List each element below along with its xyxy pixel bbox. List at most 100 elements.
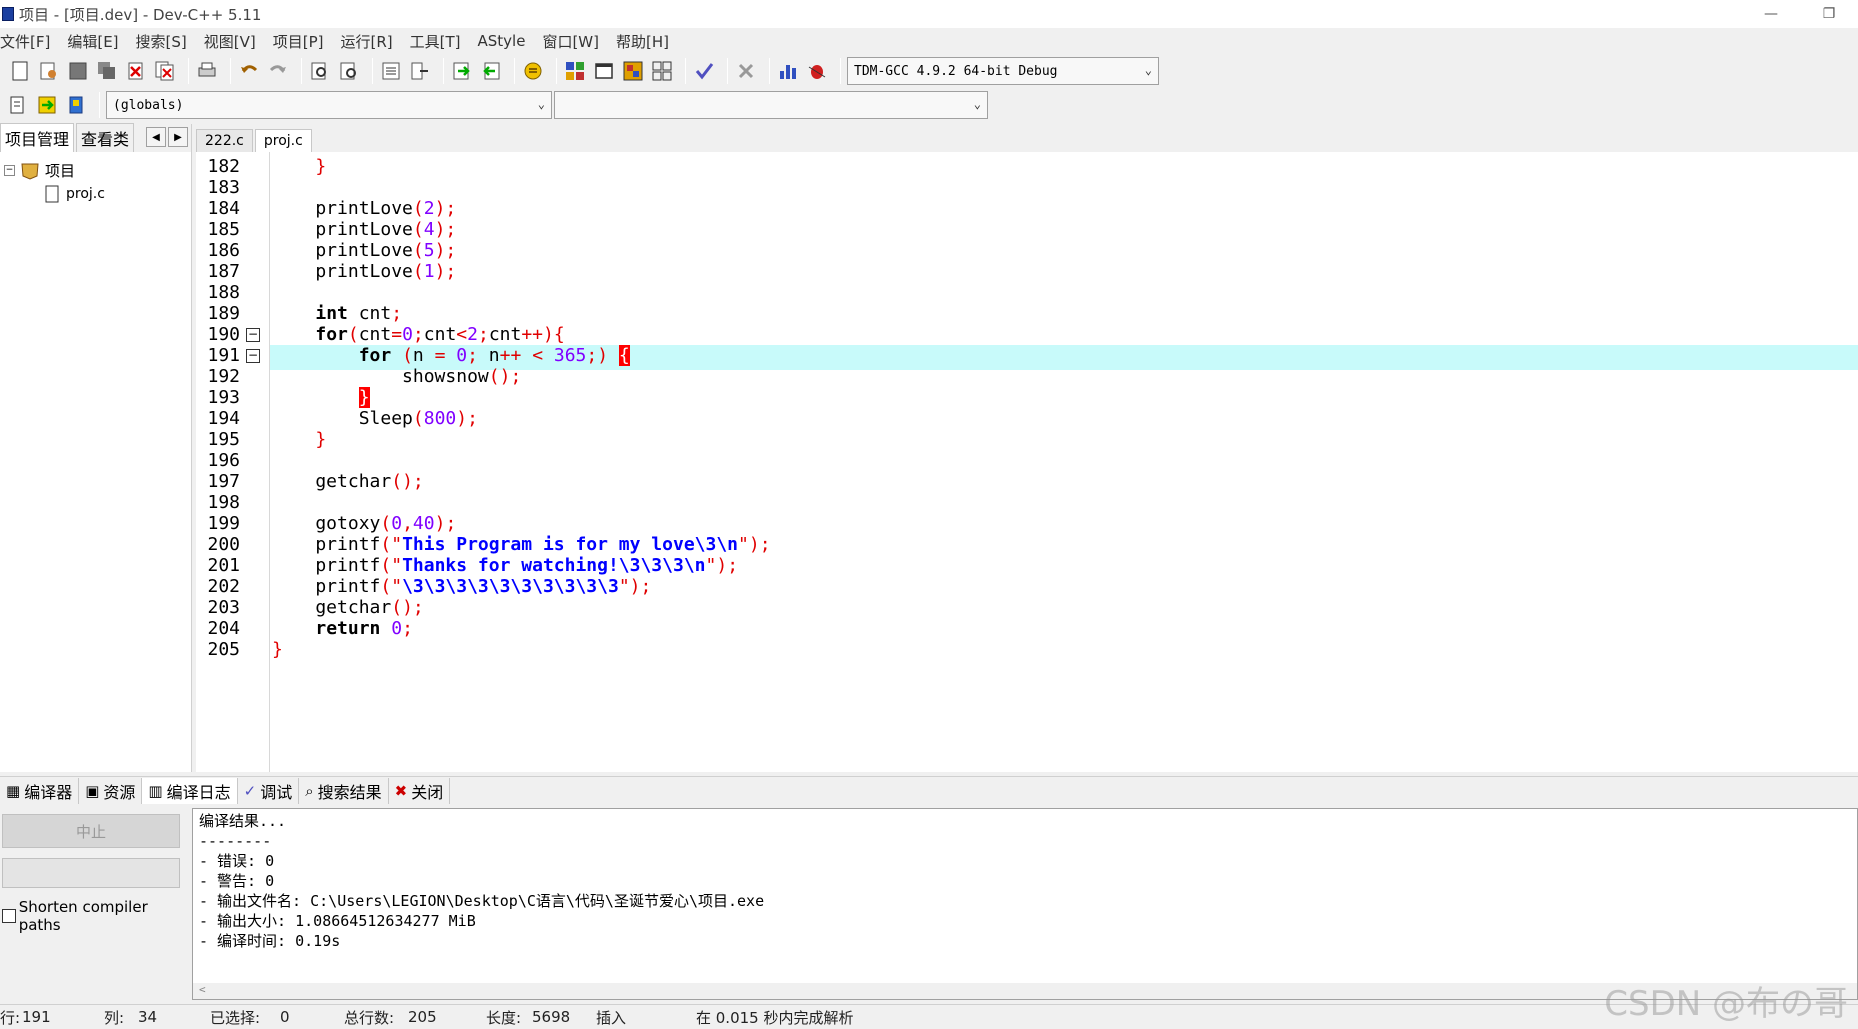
window-title: 项目 - [项目.dev] - Dev-C++ 5.11 [19, 5, 262, 24]
debug-icon[interactable] [805, 59, 829, 83]
tab-search-results[interactable]: ⌕ 搜索结果 [299, 777, 389, 804]
tab-search-results-label: 搜索结果 [317, 782, 382, 802]
indent-icon[interactable] [379, 59, 403, 83]
tab-resources[interactable]: ▣ 资源 [79, 777, 143, 804]
syntax-check-icon[interactable] [692, 59, 716, 83]
tab-proj-c[interactable]: proj.c [254, 129, 312, 152]
menu-astyle[interactable]: AStyle [478, 32, 526, 50]
project-tree: − 项目 proj.c [0, 152, 191, 212]
output-controls: 中止 Shorten compiler paths [0, 806, 190, 996]
log-line: - 输出大小: 1.08664512634277 MiB [199, 912, 476, 930]
print-icon[interactable] [195, 59, 219, 83]
menu-bar: 文件[F] 编辑[E] 搜索[S] 视图[V] 项目[P] 运行[R] 工具[T… [0, 28, 1858, 54]
profile-icon[interactable] [776, 59, 800, 83]
menu-view[interactable]: 视图[V] [204, 31, 256, 52]
status-col-label: 列: [104, 1008, 125, 1027]
compiler-select[interactable]: TDM-GCC 4.9.2 64-bit Debug ⌄ [847, 57, 1159, 85]
goto-icon[interactable] [35, 93, 59, 117]
log-line: - 输出文件名: C:\Users\LEGION\Desktop\C语言\代码\… [199, 892, 765, 910]
tree-file-label: proj.c [66, 186, 105, 202]
member-select[interactable]: ⌄ [554, 91, 988, 119]
status-len: 5698 [532, 1008, 571, 1026]
chart-icon: ▥ [148, 781, 163, 800]
resources-icon: ▣ [85, 781, 100, 800]
tab-compile-log-label: 编译日志 [166, 782, 231, 802]
replace-icon[interactable] [337, 59, 361, 83]
add-to-project-icon[interactable] [450, 59, 474, 83]
status-total: 205 [408, 1008, 437, 1026]
tab-scroll-right-button[interactable]: ▶ [168, 127, 188, 147]
undo-icon[interactable] [237, 59, 261, 83]
find-icon[interactable] [308, 59, 332, 83]
close-icon: ✖ [394, 781, 408, 800]
fold-toggle-icon[interactable]: − [246, 349, 260, 363]
save-icon[interactable] [66, 59, 90, 83]
code-line: getchar(); [272, 471, 424, 492]
compile-icon[interactable] [563, 59, 587, 83]
open-file-icon[interactable] [37, 59, 61, 83]
tab-class-browser[interactable]: 查看类 [76, 123, 135, 152]
tab-scroll-left-button[interactable]: ◀ [146, 127, 166, 147]
compiler-icon: ▦ [6, 781, 21, 800]
code-editor[interactable]: 182 } 183 184 printLove(2); 185 printLove(4… [196, 152, 1858, 772]
menu-help[interactable]: 帮助[H] [616, 31, 669, 52]
file-icon [45, 185, 59, 203]
scope-select[interactable]: (globals) ⌄ [106, 91, 552, 119]
tab-compiler-label: 编译器 [24, 782, 73, 802]
tree-item-file[interactable]: proj.c [4, 182, 187, 206]
menu-run[interactable]: 运行[R] [340, 31, 392, 52]
tab-close[interactable]: ✖ 关闭 [389, 777, 451, 804]
tab-compile-log[interactable]: ▥ 编译日志 [142, 777, 238, 804]
compile-log[interactable]: 编译结果... -------- - 错误: 0 - 警告: 0 - 输出文件名… [192, 808, 1858, 1000]
remove-from-project-icon[interactable] [479, 59, 503, 83]
class-toolbar: (globals) ⌄ ⌄ [0, 88, 1000, 122]
tab-debug[interactable]: ✓ 调试 [238, 777, 300, 804]
code-line: printLove(1); [272, 261, 457, 282]
bookmark-icon[interactable] [64, 93, 88, 117]
abort-button[interactable]: 中止 [2, 814, 180, 848]
menu-window[interactable]: 窗口[W] [542, 31, 599, 52]
status-bar: 行: 191 列: 34 已选择: 0 总行数: 205 长度: 5698 插入… [0, 1004, 1858, 1029]
clean-icon[interactable] [734, 59, 758, 83]
shorten-paths-label: Shorten compiler paths [18, 898, 148, 934]
close-file-icon[interactable] [124, 59, 148, 83]
redo-icon[interactable] [266, 59, 290, 83]
unindent-icon[interactable] [408, 59, 432, 83]
close-all-icon[interactable] [153, 59, 177, 83]
insert-icon[interactable] [6, 93, 30, 117]
app-icon [2, 7, 14, 21]
editor-tabs: 222.c proj.c [196, 124, 1858, 152]
log-line: - 错误: 0 [199, 852, 275, 870]
tab-compiler[interactable]: ▦ 编译器 [0, 777, 80, 804]
shorten-paths-checkbox[interactable]: Shorten compiler paths [2, 898, 190, 934]
menu-project[interactable]: 项目[P] [273, 31, 324, 52]
compile-run-icon[interactable] [621, 59, 645, 83]
checkbox-box[interactable] [2, 909, 16, 923]
status-sel-label: 已选择: [210, 1008, 261, 1027]
watermark: CSDN @布の哥 [1604, 984, 1848, 1024]
status-col: 34 [138, 1008, 158, 1026]
project-icon [21, 163, 39, 180]
run-icon[interactable] [592, 59, 616, 83]
status-total-label: 总行数: [344, 1008, 395, 1027]
restore-button[interactable]: ❐ [1800, 0, 1858, 28]
project-options-icon[interactable] [521, 59, 545, 83]
tab-222-c[interactable]: 222.c [196, 129, 253, 152]
menu-file[interactable]: 文件[F] [0, 31, 50, 52]
menu-edit[interactable]: 编辑[E] [67, 31, 118, 52]
fold-toggle-icon[interactable]: − [246, 328, 260, 342]
rebuild-icon[interactable] [650, 59, 674, 83]
new-file-icon[interactable] [8, 59, 32, 83]
search-icon: ⌕ [305, 781, 314, 800]
check-icon: ✓ [243, 781, 257, 800]
progress-bar [2, 858, 180, 888]
menu-tools[interactable]: 工具[T] [410, 31, 461, 52]
minimize-button[interactable]: — [1742, 0, 1800, 28]
main-toolbar: TDM-GCC 4.9.2 64-bit Debug ⌄ [0, 54, 1858, 88]
tab-project-manager[interactable]: 项目管理 [0, 123, 75, 152]
save-all-icon[interactable] [95, 59, 119, 83]
menu-search[interactable]: 搜索[S] [136, 31, 187, 52]
tree-item-project[interactable]: − 项目 [4, 158, 187, 182]
code-line: } [315, 429, 327, 450]
collapse-icon[interactable]: − [4, 164, 15, 176]
